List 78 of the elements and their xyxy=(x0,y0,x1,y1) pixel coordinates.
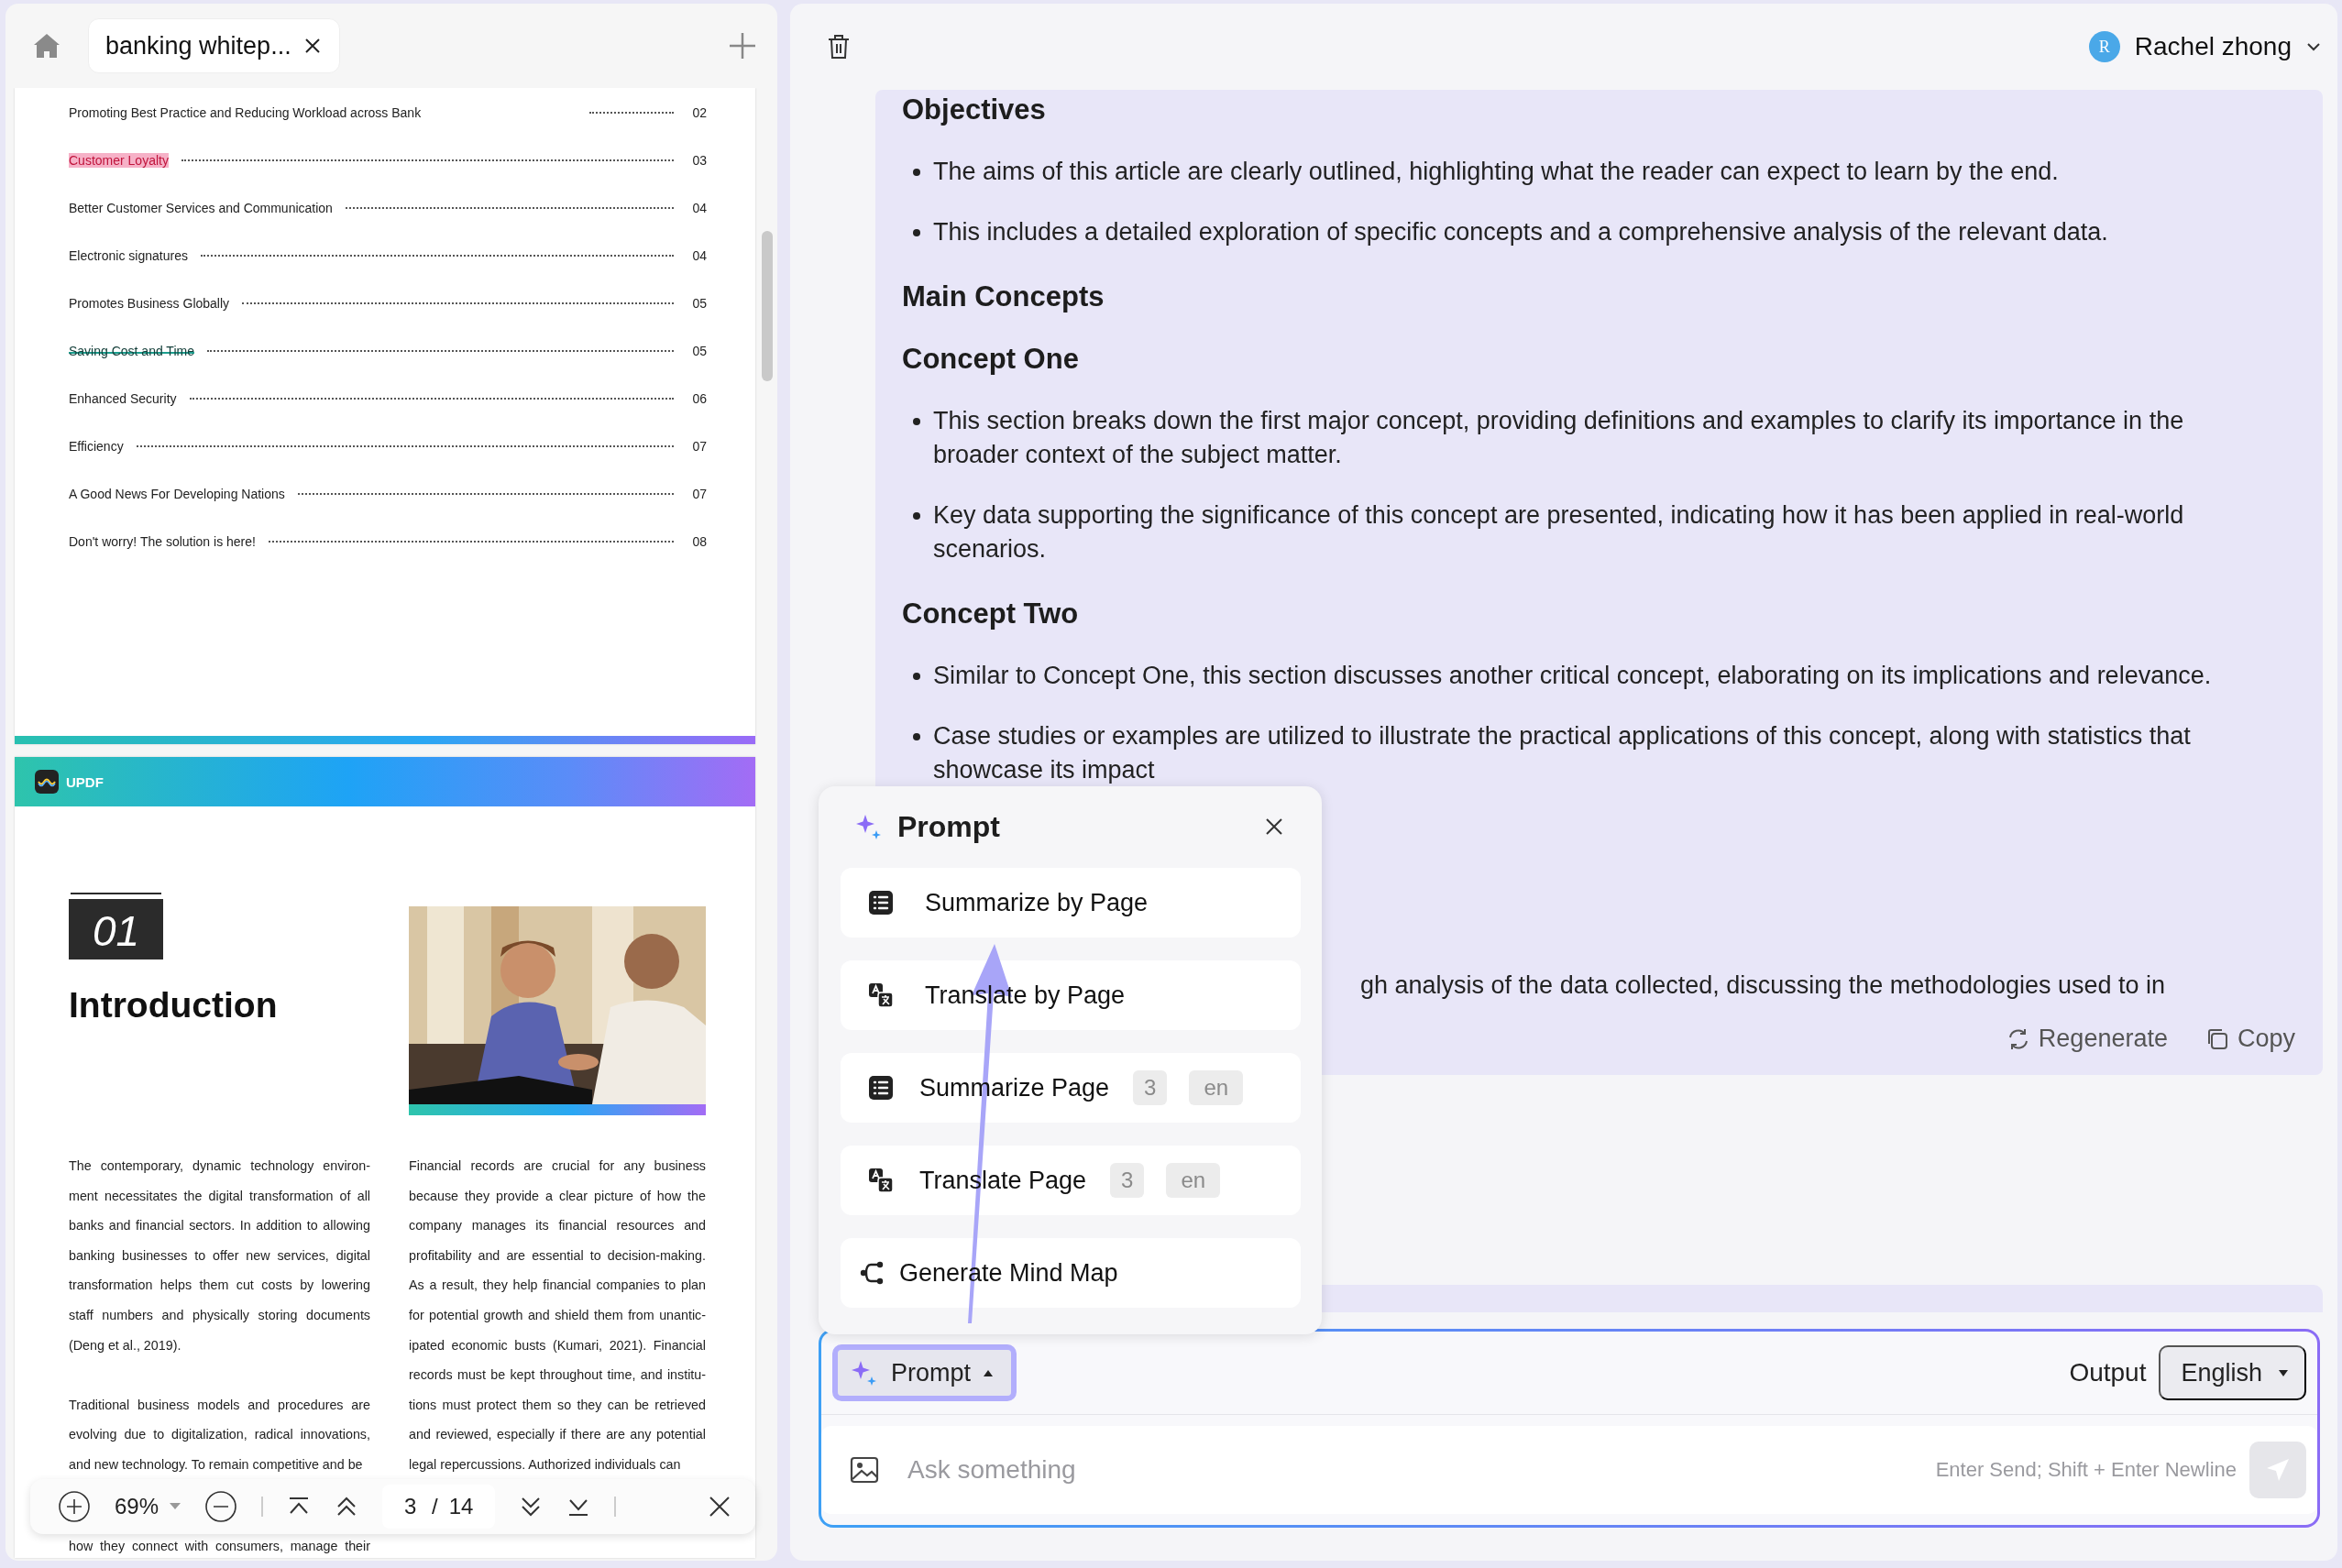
logo-icon xyxy=(35,770,59,794)
section-heading: Concept Two xyxy=(902,597,1080,631)
page-field[interactable]: 3 / 14 xyxy=(382,1485,496,1530)
page-number: 04 xyxy=(691,248,707,263)
toc-entry[interactable]: Don't worry! The solution is here! xyxy=(69,534,256,549)
language-dropdown[interactable]: English xyxy=(2159,1345,2306,1400)
input-hint: Enter Send; Shift + Enter Newline xyxy=(1935,1458,2237,1482)
menu-item[interactable]: Translate by Page xyxy=(841,960,1301,1030)
sparkle-icon xyxy=(855,813,883,840)
page-number: 05 xyxy=(691,296,707,311)
close-icon[interactable] xyxy=(1265,817,1283,836)
bullet-dot xyxy=(913,512,920,520)
scrollbar[interactable] xyxy=(762,231,773,381)
chapter-title: Introduction xyxy=(69,985,278,1025)
bullet-dot xyxy=(913,733,920,740)
toc-entry[interactable]: Electronic signatures xyxy=(69,248,188,263)
page-number: 02 xyxy=(691,105,707,120)
add-tab-icon[interactable] xyxy=(728,31,757,60)
list-icon xyxy=(868,1075,894,1101)
toc-entry[interactable]: Promotes Business Globally xyxy=(69,296,230,311)
body-paragraph: Financial records are crucial for any business because they provide a clear picture of how the company manages its financial resources and profitability and are essential to decision-making. As a result, they help financial companies to plan for potential growth and shield them from unantic- ipated economic busts (Kumari, 2021). Financial records must be kept throughout time, and institu- tions must protect them so they can be retrieved and reviewed, especially if there are any potential legal repercussions. Authorized individuals can xyxy=(409,1157,706,1474)
menu-item[interactable]: Summarize by Page xyxy=(841,868,1301,938)
page-number: 05 xyxy=(691,344,707,358)
home-icon[interactable] xyxy=(33,32,60,60)
list-icon xyxy=(868,890,894,916)
body-paragraph: Traditional business models and procedures are evolving due to digitalization, radical innovations, and new technology. To remain competitive and be xyxy=(69,1396,370,1474)
caret-down-icon xyxy=(2279,1369,2288,1376)
page-number: 06 xyxy=(691,391,707,406)
sparkle-icon xyxy=(851,1359,878,1387)
section-heading: Main Concepts xyxy=(902,280,1105,314)
toc-entry[interactable]: A Good News For Developing Nations xyxy=(69,487,285,501)
tab-title: banking whitep... xyxy=(105,31,291,60)
toc-entry[interactable]: Customer Loyalty xyxy=(69,153,169,168)
page-number: 03 xyxy=(691,153,707,168)
copy-button[interactable]: Copy xyxy=(2204,1025,2295,1053)
translate-icon xyxy=(868,982,894,1008)
bullet-text: The aims of this article are clearly outlined, highlighting what the reader can expect to learn by the end. xyxy=(933,157,2059,187)
zoom-out-icon[interactable] xyxy=(204,1490,238,1524)
message-text: gh analysis of the data collected, discussing the methodologies used to in xyxy=(1360,970,2167,1001)
document-tab[interactable]: banking whitep... xyxy=(88,18,340,73)
page-number: 08 xyxy=(691,534,707,549)
zoom-in-icon[interactable] xyxy=(58,1490,91,1524)
caret-icon[interactable] xyxy=(170,1503,181,1511)
page-number: 07 xyxy=(691,487,707,501)
toc-entry[interactable]: Better Customer Services and Communication xyxy=(69,201,333,215)
translate-icon xyxy=(868,1168,894,1193)
chevron-down-icon[interactable] xyxy=(2306,42,2321,51)
section-heading: Objectives xyxy=(902,93,1047,127)
close-icon[interactable] xyxy=(303,38,321,54)
mind-map-icon xyxy=(859,1260,885,1286)
image-icon[interactable] xyxy=(849,1454,880,1486)
bullet-text: This includes a detailed exploration of specific concepts and a comprehensive analysis of the relevant data. xyxy=(933,217,2108,247)
body-paragraph: how they connect with consumers, manage their xyxy=(69,1538,370,1556)
page-number: 07 xyxy=(691,439,707,454)
caret-up-icon xyxy=(984,1369,994,1376)
brand-name: UPDF xyxy=(66,773,104,790)
bullet-text: Key data supporting the significance of this concept are presented, indicating how it has been applied in real-world scenarios. xyxy=(933,500,2185,565)
bullet-text: This section breaks down the first major concept, providing definitions and examples to clarify its importance in the broader context of the subject matter. xyxy=(933,406,2185,470)
bullet-dot xyxy=(913,169,920,176)
section-heading: Concept One xyxy=(902,342,1080,377)
bullet-text: Similar to Concept One, this section discusses another critical concept, elaborating on its implications and relevance. xyxy=(933,661,2212,691)
zoom-level[interactable]: 69% xyxy=(115,1494,159,1520)
output-label: Output xyxy=(2069,1358,2147,1387)
page-input[interactable]: 3 xyxy=(404,1494,422,1520)
bullet-text: Case studies or examples are utilized to illustrate the practical applications of this concept, along with statistics that showcase its impact xyxy=(933,721,2192,785)
bullet-dot xyxy=(913,673,920,680)
toc-entry[interactable]: Efficiency xyxy=(69,439,124,454)
message-input[interactable]: Ask something xyxy=(906,1454,1936,1486)
bullet-dot xyxy=(913,229,920,236)
user-name[interactable]: Rachel zhong xyxy=(2134,32,2292,61)
body-paragraph: The contemporary, dynamic technology environ- ment necessitates the digital transformation of all banks and financial sectors. In addition to allowing banking businesses to offer new services, digital transformation helps them cut costs by lowering staff numbers and physically storing documents (Deng et al., 2019). xyxy=(69,1157,370,1354)
toc-entry[interactable]: Enhanced Security xyxy=(69,391,177,406)
regenerate-button[interactable]: Regenerate xyxy=(2005,1025,2168,1053)
bullet-dot xyxy=(913,418,920,425)
page-number: 04 xyxy=(691,201,707,215)
menu-title: Prompt xyxy=(897,809,1000,844)
toc-entry[interactable]: Promoting Best Practice and Reducing Workload across Bank xyxy=(69,105,422,120)
menu-item[interactable]: Generate Mind Map xyxy=(841,1238,1301,1308)
